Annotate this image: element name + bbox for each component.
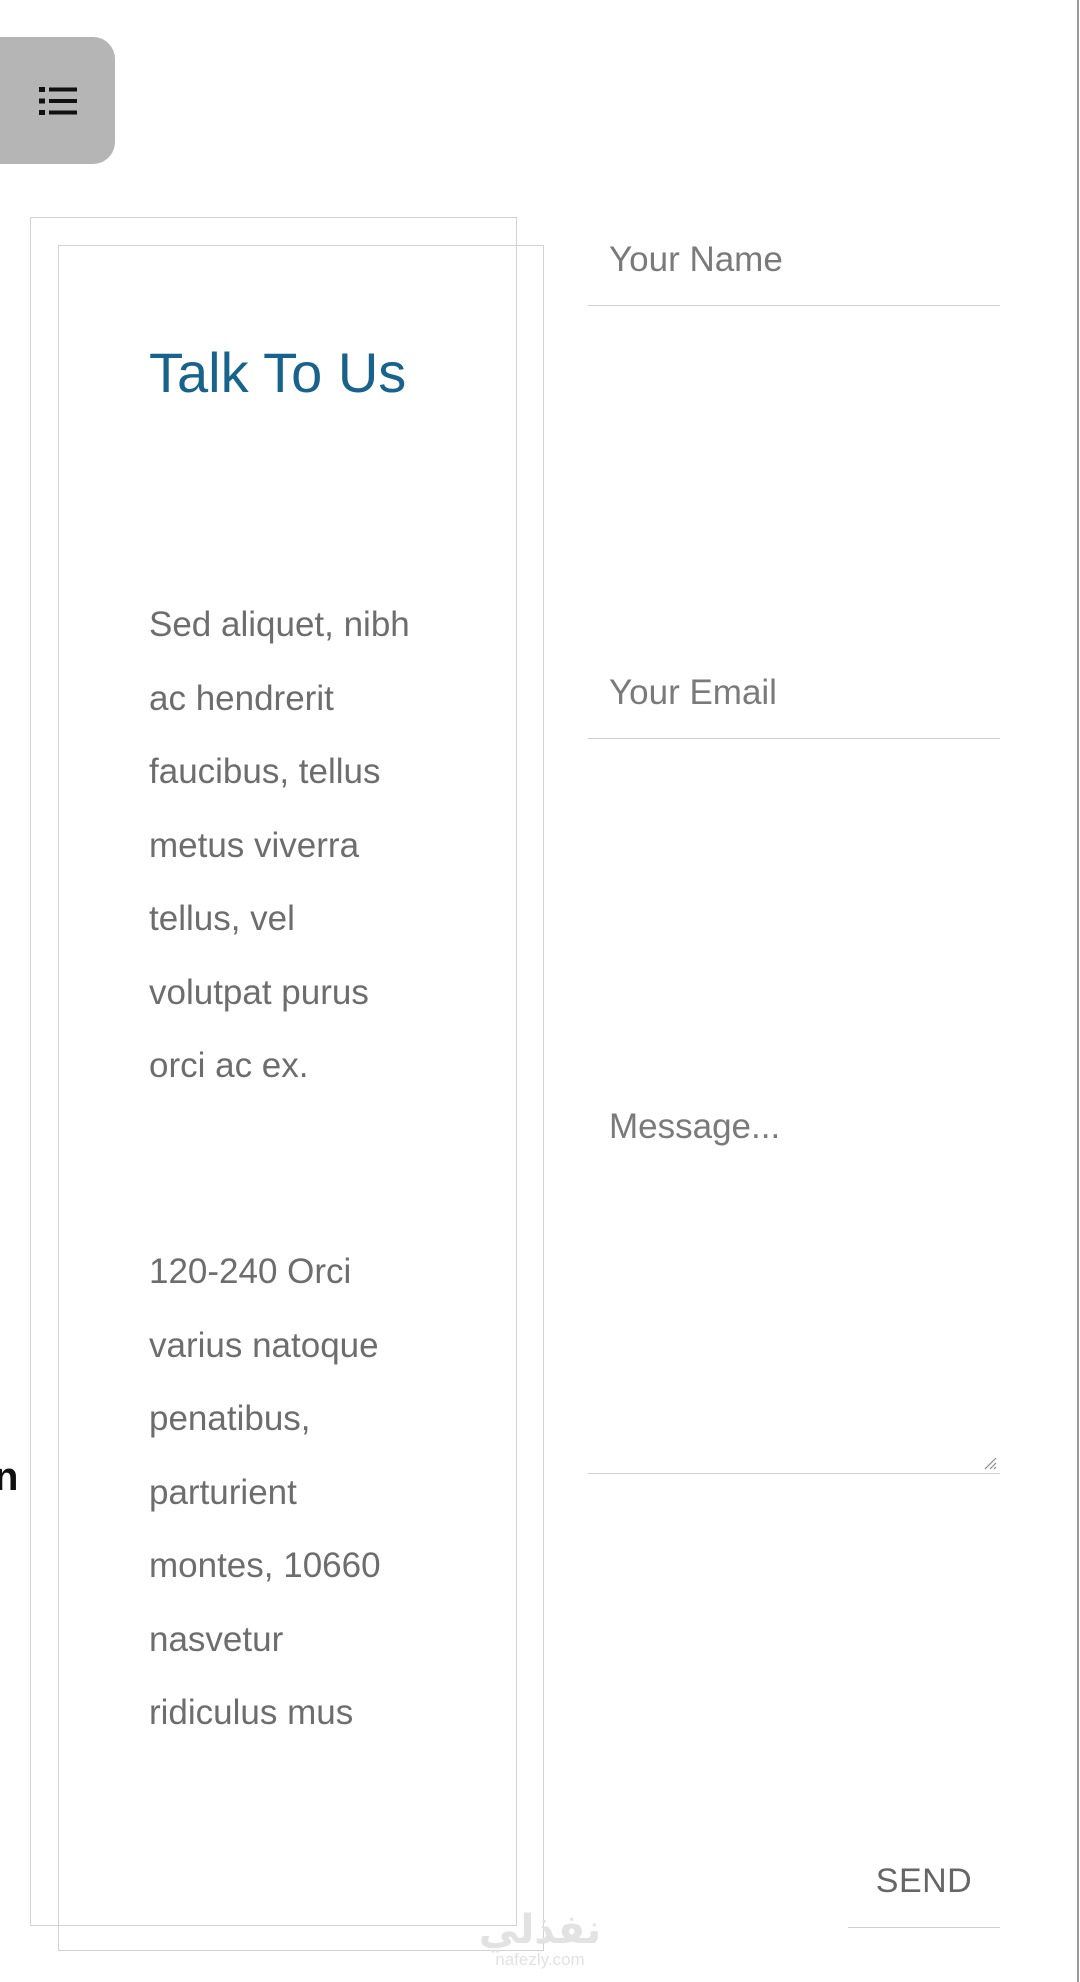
- contact-title: Talk To Us: [149, 341, 407, 404]
- name-field: [588, 225, 1000, 306]
- contact-address: 120-240 Orci varius natoque penatibus, p…: [149, 1252, 381, 1732]
- email-input[interactable]: [588, 658, 1000, 728]
- contact-description: Sed aliquet, nibh ac hendrerit faucibus,…: [149, 605, 410, 1085]
- clipped-text-fragment: n: [0, 1455, 19, 1499]
- page: Talk To Us Sed aliquet, nibh ac hendreri…: [0, 0, 1080, 1982]
- resize-handle-icon[interactable]: [983, 1456, 997, 1470]
- watermark-logo-text: نفذلي: [478, 1908, 602, 1952]
- message-textarea[interactable]: [588, 1100, 1000, 1473]
- menu-button[interactable]: [0, 37, 115, 164]
- message-field: [588, 1100, 1000, 1474]
- send-button[interactable]: SEND: [848, 1836, 1000, 1928]
- email-field: [588, 658, 1000, 739]
- name-input[interactable]: [588, 225, 1000, 295]
- watermark-url: nafezly.com: [495, 1950, 585, 1969]
- watermark: نفذلي nafezly.com: [470, 1910, 610, 1970]
- list-icon: [38, 86, 77, 115]
- page-edge-divider: [1077, 0, 1079, 1982]
